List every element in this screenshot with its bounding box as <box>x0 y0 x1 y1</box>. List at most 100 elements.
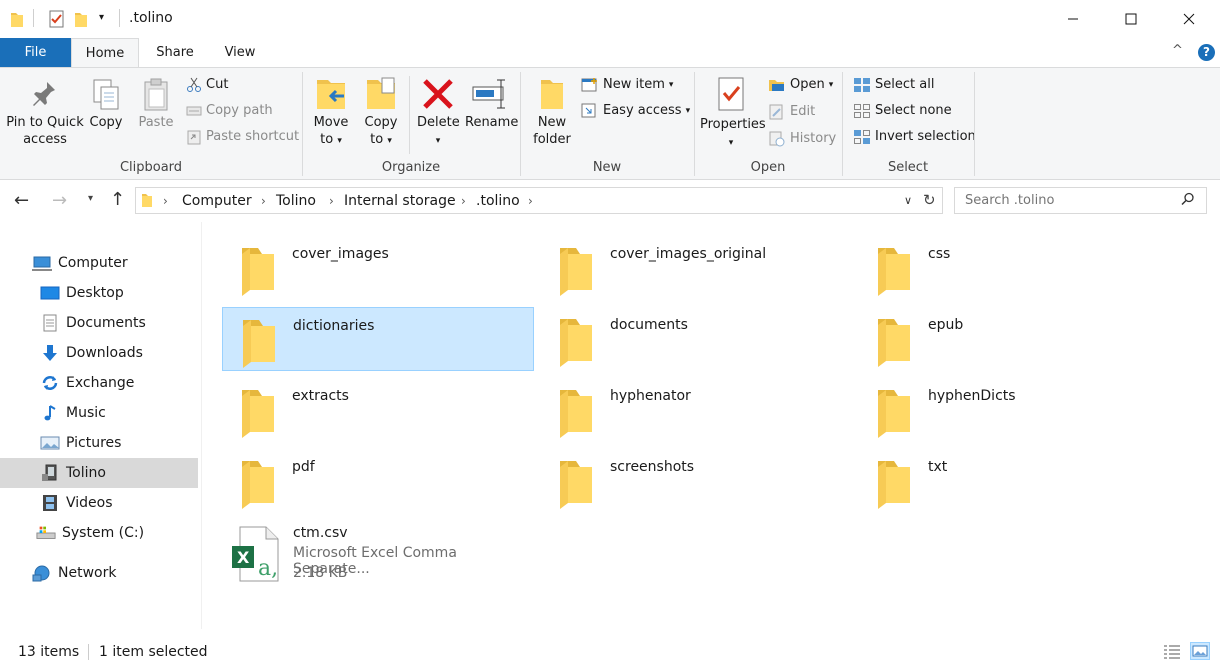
history-button[interactable]: History <box>768 128 836 150</box>
folder-item-dictionaries[interactable]: dictionaries <box>222 307 534 371</box>
folder-name: cover_images_original <box>610 246 767 262</box>
large-icons-view-button[interactable] <box>1190 642 1210 660</box>
select-all-button[interactable]: Select all <box>853 74 934 96</box>
folder-item-screenshots[interactable]: screenshots <box>540 449 852 513</box>
file-list: cover_images cover_images_original css d… <box>203 222 1220 632</box>
tab-home[interactable]: Home <box>71 38 139 67</box>
paste-button[interactable]: Paste <box>137 78 175 131</box>
file-item-ctm-csv[interactable]: Xa, ctm.csv Microsoft Excel Comma Separa… <box>222 520 534 590</box>
move-to-button[interactable]: Move to ▾ <box>311 76 351 150</box>
address-bar[interactable]: › Computer › Tolino › Internal storage ›… <box>135 187 943 214</box>
close-button[interactable] <box>1160 0 1218 38</box>
edit-button[interactable]: Edit <box>768 101 815 123</box>
tab-view[interactable]: View <box>212 38 268 67</box>
clipboard-group-label: Clipboard <box>119 160 183 175</box>
breadcrumb-tolino-folder[interactable]: .tolino <box>476 193 520 209</box>
breadcrumb-computer[interactable]: Computer <box>182 193 252 209</box>
network-icon <box>32 564 52 582</box>
search-icon[interactable] <box>1181 192 1195 210</box>
minimize-button[interactable] <box>1044 0 1102 38</box>
cut-button[interactable]: Cut <box>186 74 228 96</box>
properties-icon[interactable] <box>48 10 66 32</box>
tab-file[interactable]: File <box>0 38 71 67</box>
navigation-pane: Computer Desktop Documents Downloads Exc… <box>0 222 202 629</box>
tab-share[interactable]: Share <box>146 38 204 67</box>
rename-button[interactable]: Rename <box>465 76 518 131</box>
easy-access-button[interactable]: Easy access ▾ <box>581 100 690 122</box>
folder-item-pdf[interactable]: pdf <box>222 449 534 513</box>
select-none-button[interactable]: Select none <box>853 100 952 122</box>
refresh-icon[interactable]: ↻ <box>923 191 936 209</box>
selection-count: 1 item selected <box>99 644 208 660</box>
back-icon[interactable]: ← <box>14 190 29 211</box>
nav-label-videos: Videos <box>66 495 113 511</box>
computer-icon <box>32 254 52 272</box>
folder-item-epub[interactable]: epub <box>858 307 1170 371</box>
breadcrumb-tolino[interactable]: Tolino <box>276 193 316 209</box>
customize-toolbar-icon[interactable]: ▾ <box>99 12 104 23</box>
search-input[interactable] <box>963 192 1177 209</box>
nav-label-exchange: Exchange <box>66 375 135 391</box>
folder-name: documents <box>610 317 688 333</box>
recent-locations-icon[interactable]: ▾ <box>88 193 93 204</box>
properties-button[interactable]: Properties ▾ <box>700 76 766 152</box>
invert-selection-button[interactable]: Invert selection <box>853 126 976 148</box>
copy-path-button[interactable]: Copy path <box>186 100 273 122</box>
new-folder-button[interactable]: New folder <box>530 76 574 148</box>
paste-shortcut-button[interactable]: Paste shortcut <box>186 126 299 148</box>
nav-label-computer: Computer <box>58 255 128 271</box>
ribbon: Pin to Quick access Copy Paste Cut Copy … <box>0 67 1220 180</box>
nav-item-exchange[interactable]: Exchange <box>0 368 198 398</box>
rename-icon <box>472 79 505 109</box>
folder-item-hyphenator[interactable]: hyphenator <box>540 378 852 442</box>
nav-item-tolino[interactable]: Tolino <box>0 458 198 488</box>
nav-label-system-c: System (C:) <box>62 525 145 541</box>
folder-item-extracts[interactable]: extracts <box>222 378 534 442</box>
pictures-icon <box>40 434 60 452</box>
nav-item-network[interactable]: Network <box>0 558 198 588</box>
folder-icon <box>10 10 24 32</box>
details-view-icon[interactable] <box>1163 644 1181 664</box>
new-folder-icon <box>541 80 563 109</box>
folder-item-cover-images-original[interactable]: cover_images_original <box>540 236 852 300</box>
help-icon[interactable]: ? <box>1198 44 1215 61</box>
folder-icon <box>872 315 912 371</box>
new-folder-icon[interactable] <box>74 10 88 32</box>
copy-label: Copy <box>89 115 123 130</box>
folder-item-cover-images[interactable]: cover_images <box>222 236 534 300</box>
copy-button[interactable]: Copy <box>88 78 124 131</box>
open-button[interactable]: Open ▾ <box>768 74 833 96</box>
forward-icon[interactable]: → <box>52 190 67 211</box>
folder-item-txt[interactable]: txt <box>858 449 1170 513</box>
history-icon <box>769 131 785 147</box>
folder-icon <box>554 386 594 442</box>
folder-icon <box>872 386 912 442</box>
nav-item-downloads[interactable]: Downloads <box>0 338 198 368</box>
up-icon[interactable]: ↑ <box>110 189 125 210</box>
folder-item-hyphendicts[interactable]: hyphenDicts <box>858 378 1170 442</box>
select-none-label: Select none <box>875 103 952 118</box>
nav-item-computer[interactable]: Computer <box>0 248 198 278</box>
maximize-button[interactable] <box>1102 0 1160 38</box>
collapse-ribbon-icon[interactable]: ^ <box>1172 43 1183 58</box>
nav-item-videos[interactable]: Videos <box>0 488 198 518</box>
new-item-button[interactable]: New item ▾ <box>581 74 673 96</box>
search-box[interactable] <box>954 187 1207 214</box>
navigation-bar: ← → ▾ ↑ › Computer › Tolino › Internal s… <box>0 180 1220 222</box>
delete-button[interactable]: Delete ▾ <box>417 76 460 150</box>
nav-item-pictures[interactable]: Pictures <box>0 428 198 458</box>
folder-item-documents[interactable]: documents <box>540 307 852 371</box>
pin-to-quick-access-button[interactable]: Pin to Quick access <box>6 78 84 148</box>
file-size: 2.18 KB <box>293 565 348 581</box>
folder-item-css[interactable]: css <box>858 236 1170 300</box>
folder-name: screenshots <box>610 459 695 475</box>
breadcrumb-internal-storage[interactable]: Internal storage <box>344 193 456 209</box>
nav-item-system-c[interactable]: System (C:) <box>0 518 198 548</box>
nav-item-documents[interactable]: Documents <box>0 308 198 338</box>
address-dropdown-icon[interactable]: ∨ <box>904 194 912 207</box>
copy-to-button[interactable]: Copy to ▾ <box>362 76 400 150</box>
nav-item-desktop[interactable]: Desktop <box>0 278 198 308</box>
nav-item-music[interactable]: Music <box>0 398 198 428</box>
properties-icon <box>718 77 744 111</box>
documents-icon <box>40 314 60 332</box>
